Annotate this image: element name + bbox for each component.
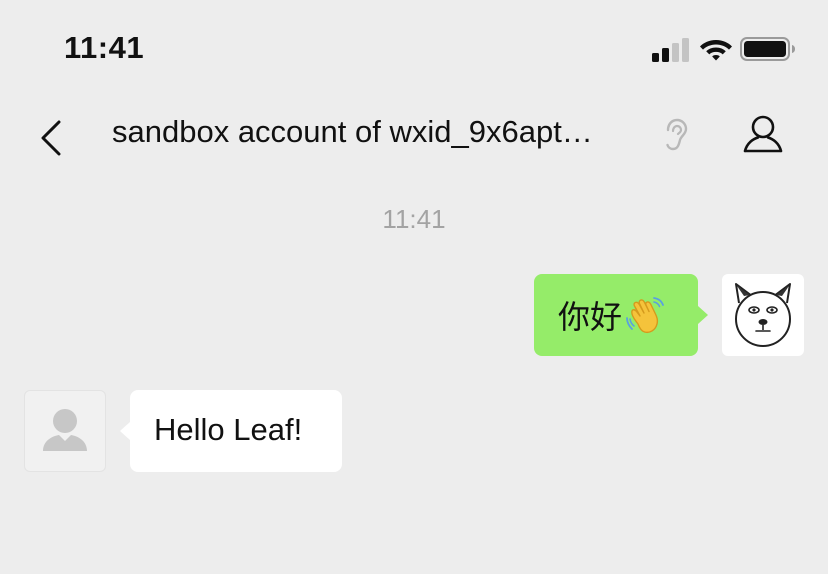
person-icon: [743, 115, 783, 153]
outgoing-message-bubble[interactable]: 你好: [534, 274, 708, 356]
cartoon-cat-face-avatar: [735, 283, 791, 347]
message-list[interactable]: 11:41 你好 Hello Leaf!: [0, 176, 828, 574]
chat-title: sandbox account of wxid_9x6apt…: [112, 114, 593, 149]
navigation-bar: sandbox account of wxid_9x6apt…: [0, 96, 828, 176]
contact-avatar[interactable]: [24, 390, 106, 472]
status-time: 11:41: [64, 30, 145, 65]
message-text: 你好: [558, 299, 623, 335]
ear-icon: [666, 118, 688, 151]
default-person-avatar: [43, 409, 87, 451]
message-text: Hello Leaf!: [154, 412, 303, 447]
message-timestamp: 11:41: [382, 204, 446, 234]
chat-screen: 11:41 sandbox account of wxid_9x6apt… 11…: [0, 0, 828, 574]
waving-hand-emoji: [626, 296, 664, 333]
back-button[interactable]: [22, 104, 82, 164]
chevron-left-icon: [41, 120, 61, 156]
cellular-signal-icon: [652, 38, 689, 62]
status-bar: 11:41: [0, 0, 828, 96]
incoming-message-bubble[interactable]: Hello Leaf!: [120, 390, 342, 472]
wifi-icon: [700, 40, 732, 61]
my-avatar[interactable]: [722, 274, 804, 356]
battery-icon: [740, 37, 795, 61]
chat-info-button[interactable]: [730, 102, 796, 168]
